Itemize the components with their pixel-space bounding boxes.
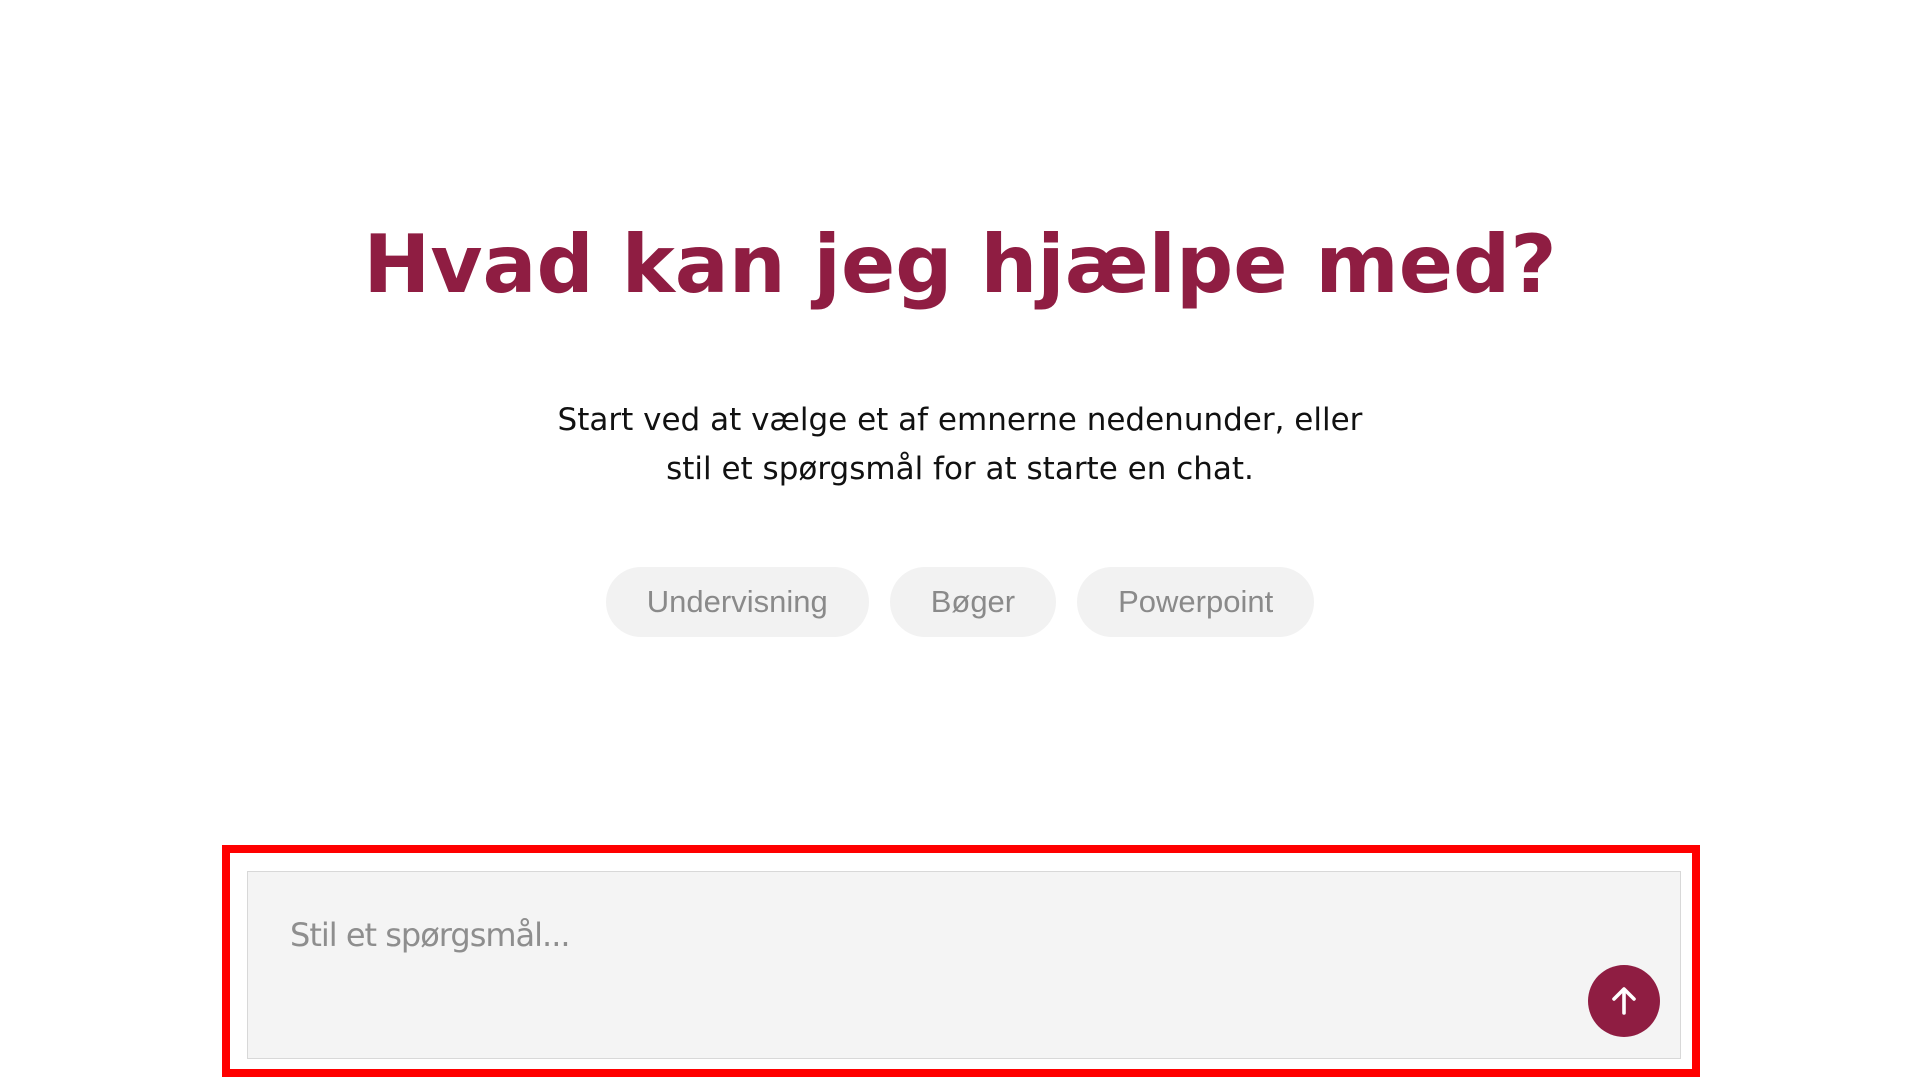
intro-text-line-1: Start ved at vælge et af emnerne nedenun…	[557, 402, 1363, 438]
topic-suggestions: Undervisning Bøger Powerpoint	[0, 567, 1920, 637]
send-button[interactable]	[1588, 965, 1660, 1037]
page-title: Hvad kan jeg hjælpe med?	[363, 218, 1557, 311]
topic-chip-boeger[interactable]: Bøger	[889, 567, 1057, 637]
topic-chip-undervisning[interactable]: Undervisning	[605, 567, 869, 637]
chat-start-page: Hvad kan jeg hjælpe med? Start ved at væ…	[0, 0, 1920, 1080]
question-input[interactable]	[248, 872, 1548, 1058]
intro-text: Start ved at vælge et af emnerne nedenun…	[0, 396, 1920, 494]
topic-chip-powerpoint[interactable]: Powerpoint	[1077, 567, 1315, 637]
chat-input-container	[247, 871, 1681, 1059]
intro-text-line-2: stil et spørgsmål for at starte en chat.	[666, 451, 1254, 487]
arrow-up-icon	[1612, 987, 1636, 1015]
